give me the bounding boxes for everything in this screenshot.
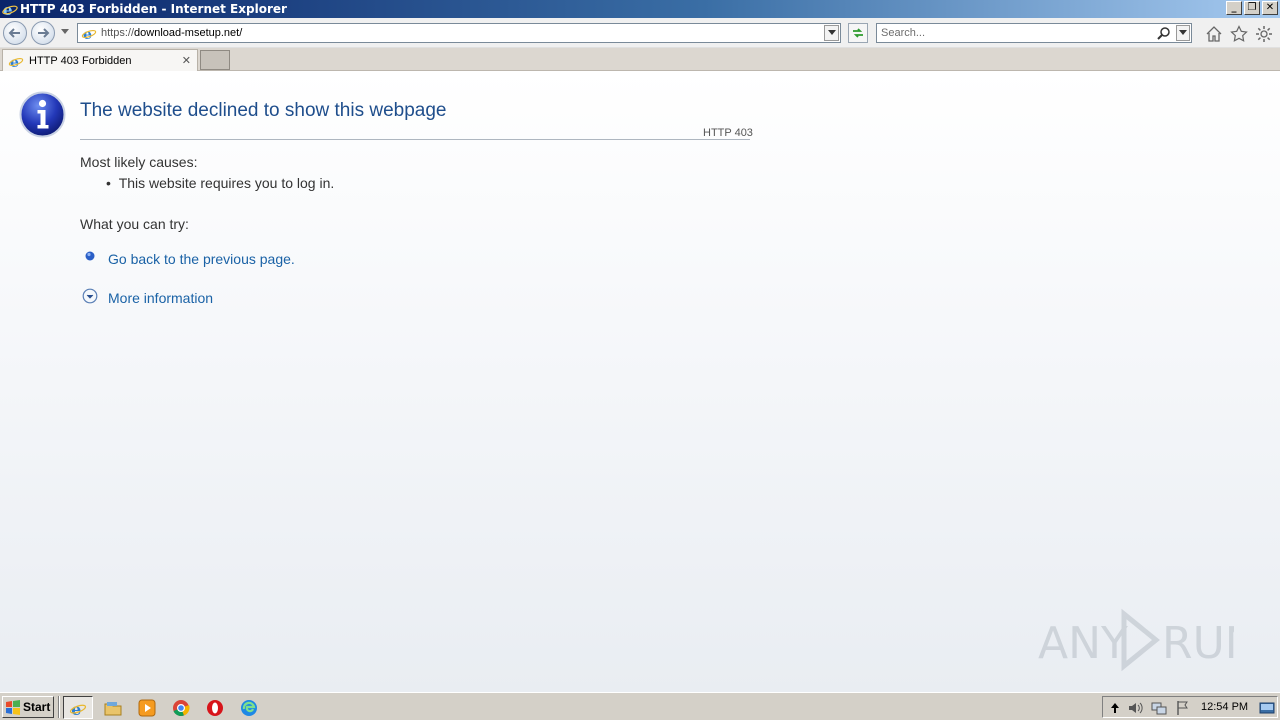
taskbar-clock: 12:54 PM	[1201, 701, 1249, 713]
search-dropdown-button[interactable]	[1176, 25, 1190, 41]
taskbar-separator	[58, 696, 60, 718]
start-label: Start	[23, 700, 51, 714]
url-host: download-msetup.net/	[134, 27, 243, 39]
heading-divider	[80, 139, 750, 140]
history-dropdown-button[interactable]	[60, 27, 70, 37]
ie-page-icon: e	[81, 25, 97, 43]
causes-title: Most likely causes:	[80, 154, 198, 170]
more-info-link[interactable]: More information	[108, 290, 213, 306]
anyrun-watermark-logo: ANY RUN	[1036, 608, 1258, 674]
ie-logo-icon: e	[2, 1, 18, 17]
refresh-button[interactable]	[848, 23, 868, 43]
url-scheme: https://	[101, 27, 135, 39]
go-back-row[interactable]: Go back to the previous page.	[82, 249, 295, 268]
address-url: https://download-msetup.net/	[101, 27, 242, 39]
taskbar-media-player-icon[interactable]	[137, 698, 157, 718]
forward-button[interactable]	[31, 21, 55, 45]
info-icon	[19, 91, 66, 138]
watermark-text-any: ANY	[1038, 618, 1128, 669]
go-back-link[interactable]: Go back to the previous page.	[108, 251, 295, 267]
svg-text:e: e	[10, 55, 19, 69]
windows-flag-icon	[5, 699, 21, 715]
taskbar-opera-icon[interactable]	[205, 698, 225, 718]
restore-button[interactable]: ❐	[1244, 1, 1260, 15]
chevron-down-icon	[1179, 30, 1187, 35]
start-button[interactable]: Start	[2, 696, 54, 718]
tray-expand-arrow-icon[interactable]	[1107, 700, 1123, 716]
ie-page-icon: e	[8, 53, 24, 71]
new-tab-button[interactable]	[200, 50, 230, 70]
page-content: The website declined to show this webpag…	[0, 71, 1280, 692]
address-bar[interactable]: e https://download-msetup.net/	[77, 23, 841, 43]
favorites-star-icon[interactable]	[1230, 25, 1248, 43]
forward-arrow-icon	[38, 28, 50, 38]
http-status-code: HTTP 403	[703, 127, 753, 139]
refresh-icon	[853, 28, 863, 38]
chevron-down-icon	[827, 30, 836, 35]
gear-icon[interactable]	[1255, 25, 1273, 43]
volume-icon[interactable]	[1127, 700, 1143, 716]
home-icon[interactable]	[1205, 25, 1223, 43]
expand-chevron-icon[interactable]	[82, 288, 98, 307]
page-title: The website declined to show this webpag…	[80, 100, 447, 121]
tab-label: HTTP 403 Forbidden	[29, 54, 132, 67]
taskbar-chrome-icon[interactable]	[171, 698, 191, 718]
search-icon[interactable]	[1157, 26, 1171, 40]
watermark-text-run: RUN	[1162, 618, 1234, 669]
cause-text: This website requires you to log in.	[118, 175, 335, 191]
action-center-flag-icon[interactable]	[1175, 700, 1191, 716]
close-window-button[interactable]: ✕	[1262, 1, 1278, 15]
tab-http-403[interactable]: e HTTP 403 Forbidden ✕	[2, 49, 198, 71]
try-title: What you can try:	[80, 216, 189, 232]
network-icon[interactable]	[1151, 700, 1167, 716]
search-box[interactable]: Search...	[876, 23, 1192, 43]
back-button[interactable]	[3, 21, 27, 45]
search-input[interactable]: Search...	[881, 27, 925, 39]
cause-item: • This website requires you to log in.	[106, 175, 335, 191]
back-arrow-icon	[8, 28, 20, 38]
show-desktop-icon[interactable]	[1259, 700, 1275, 716]
address-dropdown-button[interactable]	[824, 25, 839, 41]
taskbar-explorer-folder-icon[interactable]	[103, 698, 123, 718]
taskbar: Start e 12:54 PM	[0, 692, 1280, 720]
minimize-button[interactable]: _	[1226, 1, 1242, 15]
svg-text:e: e	[83, 27, 92, 41]
more-info-row[interactable]: More information	[82, 288, 213, 307]
system-tray: 12:54 PM	[1102, 696, 1278, 718]
chevron-down-icon	[61, 29, 69, 34]
taskbar-edge-icon[interactable]	[239, 698, 259, 718]
window-title: HTTP 403 Forbidden - Internet Explorer	[20, 2, 287, 16]
navigation-bar: e https://download-msetup.net/ Search...	[0, 18, 1280, 48]
tab-bar: e HTTP 403 Forbidden ✕	[0, 48, 1280, 71]
window-titlebar: e HTTP 403 Forbidden - Internet Explorer…	[0, 0, 1280, 18]
blue-bullet-icon	[82, 249, 98, 268]
taskbar-ie-icon[interactable]: e	[63, 696, 93, 719]
tab-close-icon[interactable]: ✕	[182, 54, 191, 67]
